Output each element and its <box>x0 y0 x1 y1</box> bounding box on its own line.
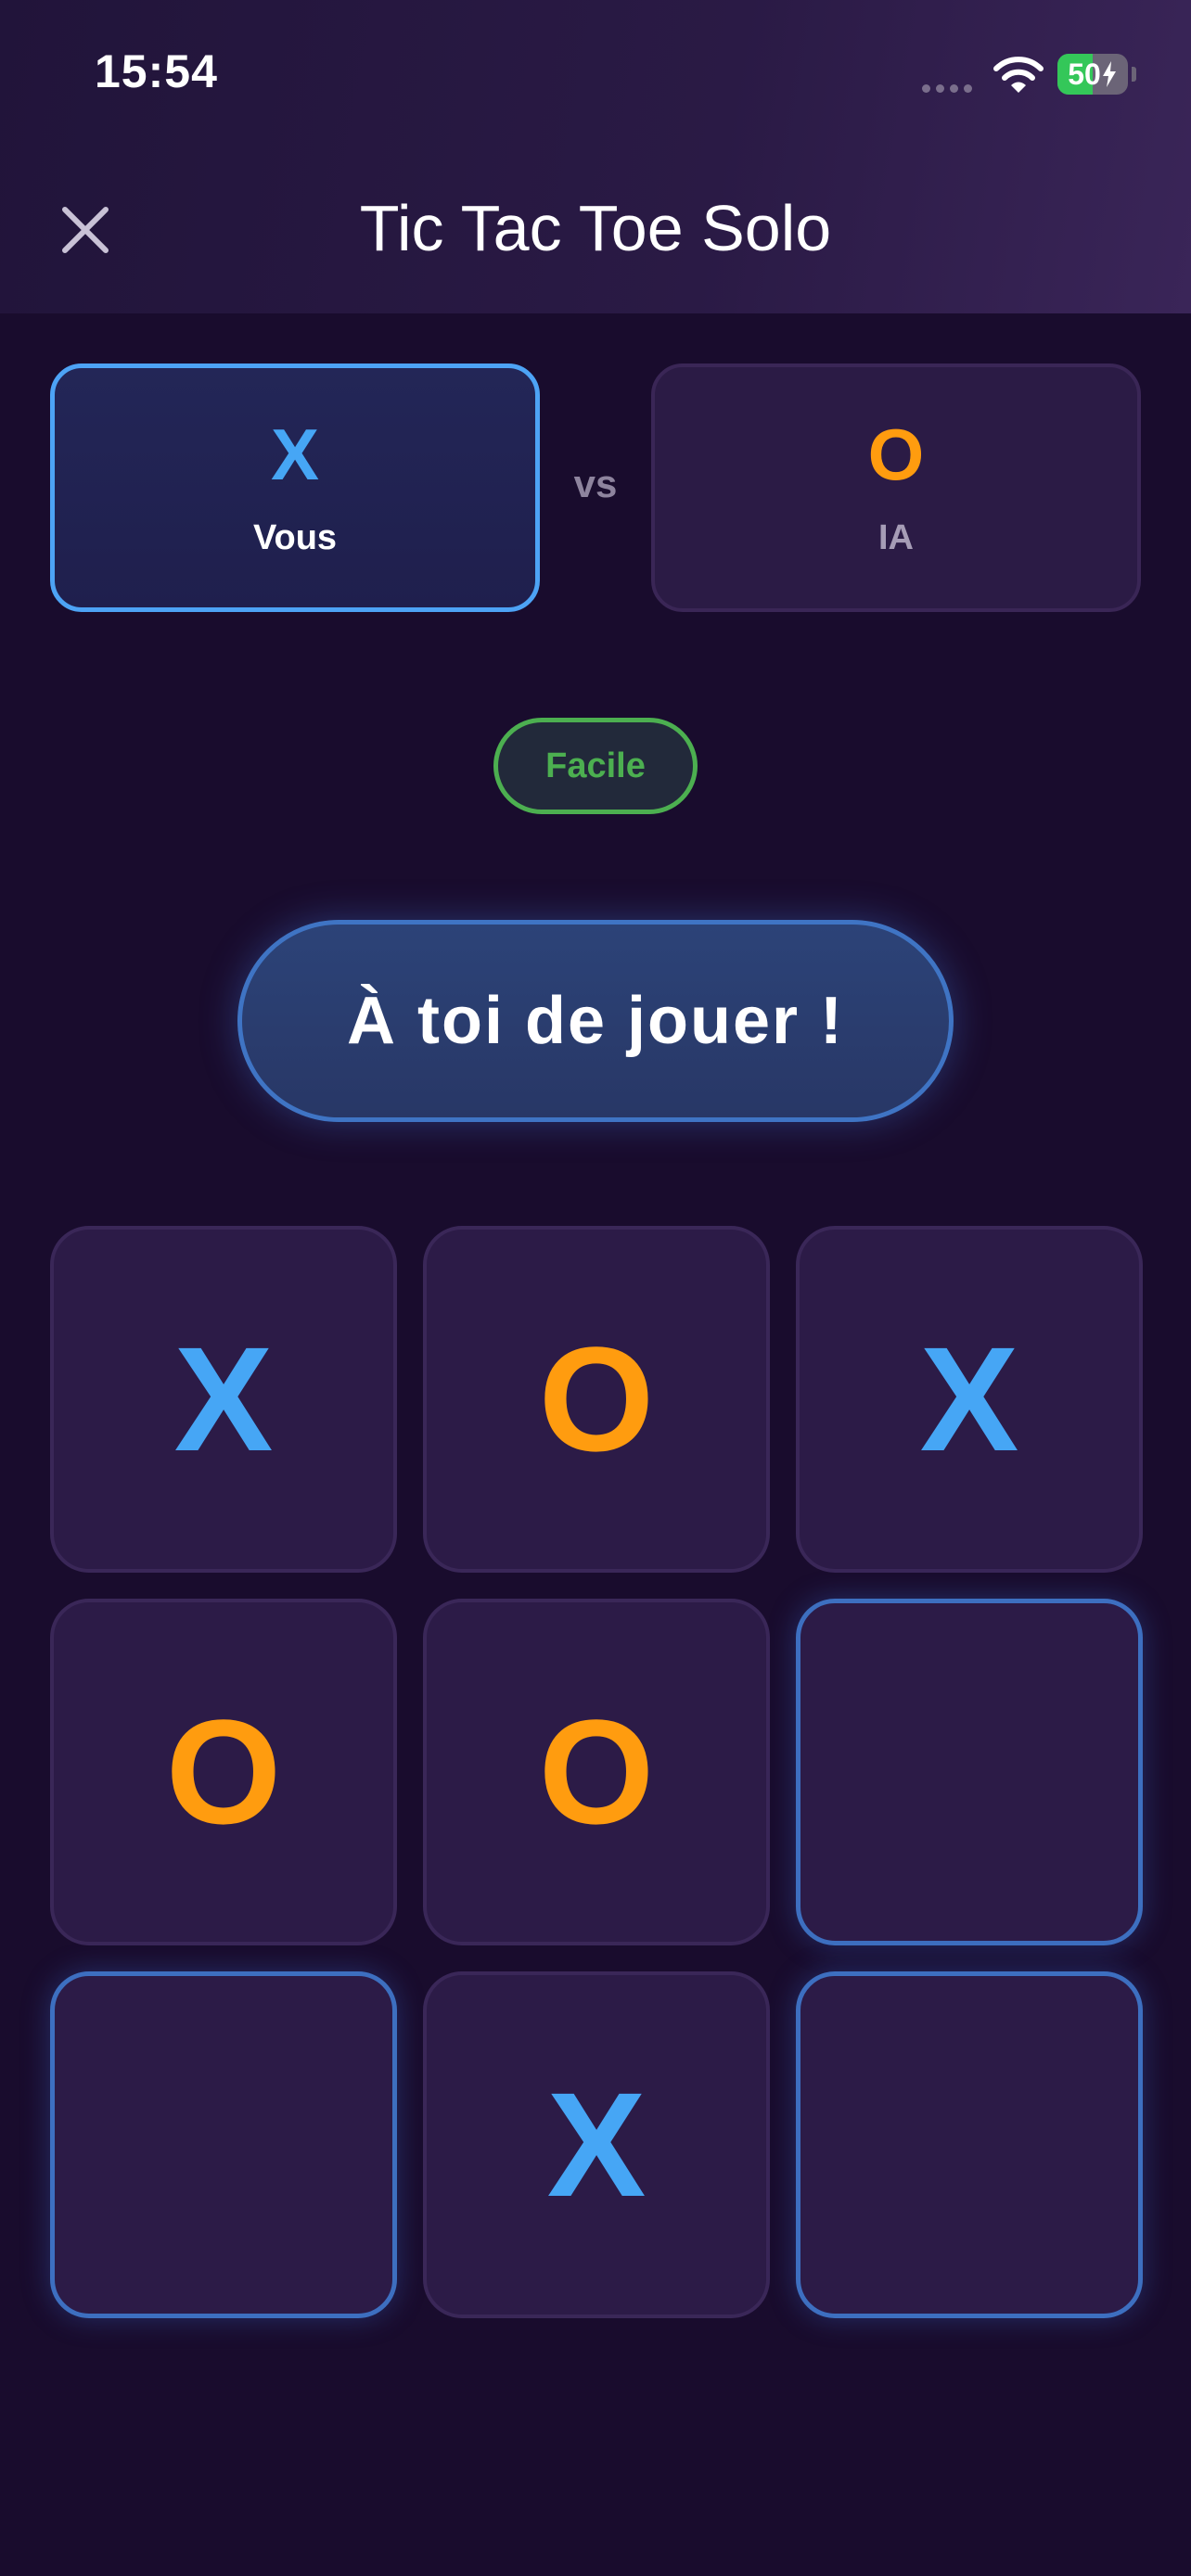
battery-cap <box>1132 67 1136 82</box>
game-screen: 15:54 50 Tic Tac Toe Solo X Vous vs O IA… <box>0 0 1191 2576</box>
cell-mark-o: O <box>165 1689 282 1855</box>
cellular-signal-icon <box>922 82 976 95</box>
board-cell-3-2: X <box>423 1971 770 2318</box>
board-cell-3-3[interactable] <box>796 1971 1143 2318</box>
cell-mark-x: X <box>919 1316 1019 1482</box>
page-title: Tic Tac Toe Solo <box>359 192 832 264</box>
player-name-ai: IA <box>878 517 914 557</box>
status-time: 15:54 <box>95 45 218 97</box>
battery-percent: 50 <box>1068 57 1101 91</box>
player-name-you: Vous <box>252 517 338 557</box>
cell-mark-x: X <box>173 1316 274 1482</box>
board-cell-2-2: O <box>423 1599 770 1945</box>
vs-label: vs <box>573 462 618 505</box>
battery-icon: 50 <box>1057 54 1128 95</box>
board-cell-3-1[interactable] <box>50 1971 397 2318</box>
header-bar: 15:54 50 Tic Tac Toe Solo <box>0 0 1191 313</box>
cell-mark-o: O <box>538 1316 655 1482</box>
difficulty-badge[interactable]: Facile <box>493 718 698 814</box>
player-card-you: X Vous <box>50 363 540 612</box>
turn-indicator: À toi de jouer ! <box>237 920 954 1122</box>
board-cell-1-3: X <box>796 1226 1143 1573</box>
wifi-icon <box>993 57 1044 93</box>
cell-mark-x: X <box>546 2061 647 2227</box>
board-cell-1-1: X <box>50 1226 397 1573</box>
player-mark-x: X <box>270 413 320 495</box>
board-cell-2-1: O <box>50 1599 397 1945</box>
player-card-ai: O IA <box>651 363 1141 612</box>
charging-bolt-icon <box>1102 61 1116 87</box>
board-cell-2-3[interactable] <box>796 1599 1143 1945</box>
cell-mark-o: O <box>538 1689 655 1855</box>
player-mark-o: O <box>867 413 925 495</box>
battery-label: 50 <box>1057 54 1128 95</box>
board-cell-1-2: O <box>423 1226 770 1573</box>
